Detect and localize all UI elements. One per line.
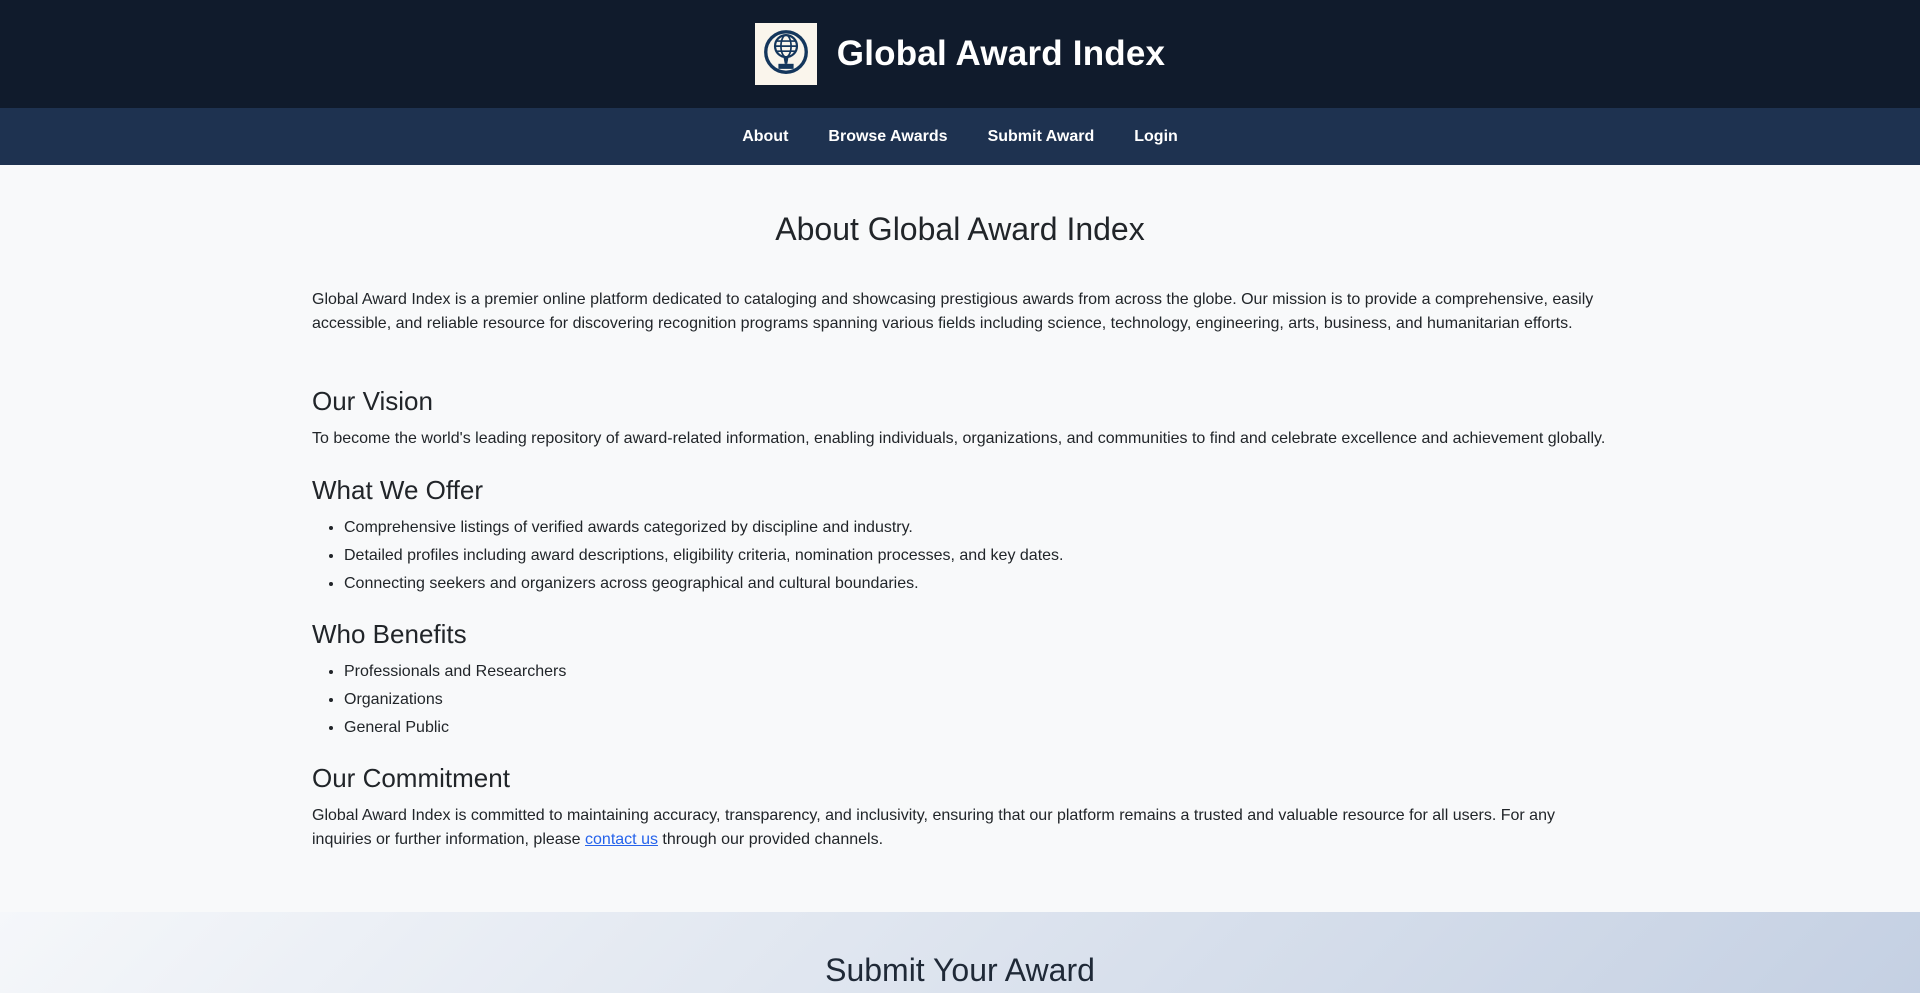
submit-award-section: Submit Your Award	[0, 912, 1920, 993]
contact-us-link[interactable]: contact us	[585, 831, 658, 848]
list-item: General Public	[344, 716, 1608, 739]
commitment-text-after: through our provided channels.	[658, 831, 883, 848]
commitment-paragraph: Global Award Index is committed to maint…	[312, 804, 1608, 852]
offer-list: Comprehensive listings of verified award…	[312, 516, 1608, 595]
globe-trophy-icon	[759, 25, 813, 84]
nav-link-submit-award[interactable]: Submit Award	[988, 128, 1095, 146]
site-header: Global Award Index	[0, 0, 1920, 108]
site-title: Global Award Index	[837, 34, 1165, 74]
offer-heading: What We Offer	[312, 475, 1608, 506]
about-page: About Global Award Index Global Award In…	[0, 165, 1920, 912]
benefits-heading: Who Benefits	[312, 619, 1608, 650]
benefits-list: Professionals and Researchers Organizati…	[312, 660, 1608, 739]
vision-paragraph: To become the world's leading repository…	[312, 427, 1608, 451]
nav-link-login[interactable]: Login	[1134, 128, 1178, 146]
site-logo	[755, 23, 817, 85]
list-item: Detailed profiles including award descri…	[344, 544, 1608, 567]
list-item: Connecting seekers and organizers across…	[344, 572, 1608, 595]
list-item: Professionals and Researchers	[344, 660, 1608, 683]
list-item: Organizations	[344, 688, 1608, 711]
about-content: About Global Award Index Global Award In…	[312, 165, 1608, 852]
nav-link-browse-awards[interactable]: Browse Awards	[828, 128, 947, 146]
submit-section-heading: Submit Your Award	[825, 952, 1095, 989]
about-intro-paragraph: Global Award Index is a premier online p…	[312, 288, 1608, 336]
vision-heading: Our Vision	[312, 386, 1608, 417]
page-title: About Global Award Index	[312, 211, 1608, 248]
commitment-heading: Our Commitment	[312, 763, 1608, 794]
commitment-text-before: Global Award Index is committed to maint…	[312, 807, 1555, 848]
main-nav: About Browse Awards Submit Award Login	[0, 108, 1920, 165]
list-item: Comprehensive listings of verified award…	[344, 516, 1608, 539]
nav-link-about[interactable]: About	[742, 128, 788, 146]
